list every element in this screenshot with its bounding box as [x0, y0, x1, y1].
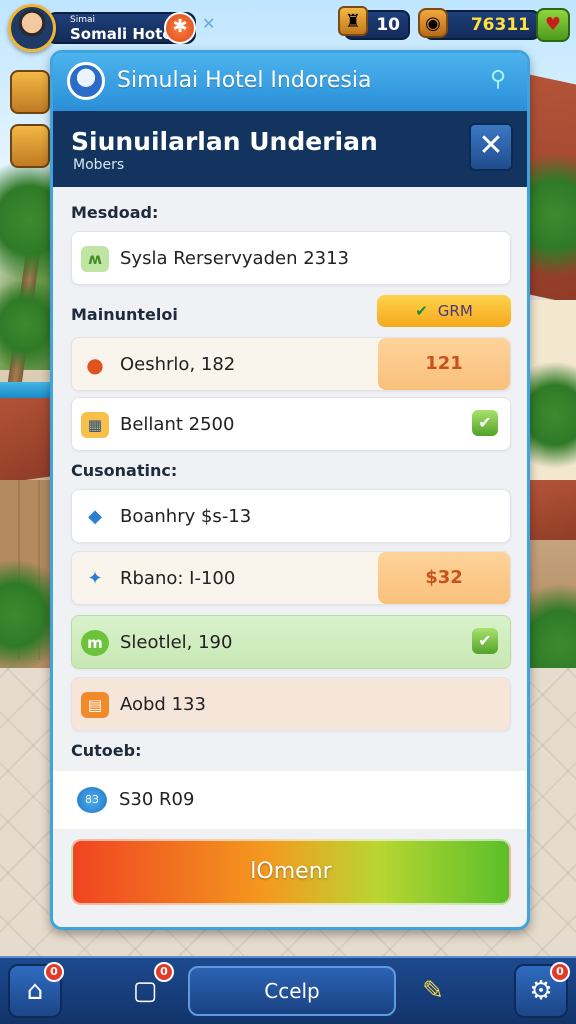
star-icon: ✦ — [87, 568, 103, 589]
chat-icon: ▢ — [132, 976, 158, 1006]
center-nav-button[interactable]: Ccelp — [188, 966, 396, 1016]
checkmark-icon[interactable]: ✔ — [472, 410, 498, 436]
list-item[interactable]: ✦ Rbano: I-100 $32 — [71, 551, 511, 605]
settings-gear-icon[interactable]: ✱ — [164, 12, 196, 44]
list-item[interactable]: ◆ Boanhry $s-13 — [71, 489, 511, 543]
settings-button[interactable]: ⚙ 0 — [514, 962, 570, 1018]
list-item-text: Rbano: I-100 — [120, 568, 236, 589]
quest-button[interactable] — [10, 70, 50, 114]
hotel-logo-icon — [67, 62, 105, 100]
diamond-icon: ◆ — [88, 506, 102, 527]
chat-button[interactable]: ▢ 0 — [118, 962, 174, 1018]
system-icon: ʍ — [81, 246, 109, 272]
card-icon: ▤ — [81, 692, 109, 718]
shop-button[interactable] — [10, 124, 50, 168]
notification-badge: 0 — [154, 962, 174, 982]
left-pool — [0, 382, 52, 398]
coin-bag-icon: ◉ — [418, 8, 448, 38]
list-item-text: Boanhry $s-13 — [120, 506, 252, 527]
right-roof — [528, 480, 576, 540]
player-avatar[interactable] — [8, 4, 56, 52]
top-bar: Simai Somali Hotel ✱ ✕ 10 ♜ 76311 ◉ ♥ — [0, 0, 576, 52]
add-currency-button[interactable]: ♥ — [536, 8, 570, 42]
list-item-text: Oeshrlo, 182 — [120, 354, 236, 375]
notification-badge: 0 — [550, 962, 570, 982]
panel-header: Simulai Hotel Indoresia ⚲ — [53, 53, 527, 111]
settings-icon: ⚙ — [529, 976, 553, 1006]
result-text: S30 R09 — [119, 789, 195, 810]
staff-icon: m — [81, 630, 109, 656]
section-label: Cutoeb: — [71, 741, 142, 760]
list-item-text: Sleotlel, 190 — [120, 632, 233, 653]
list-item[interactable]: ▤ Aobd 133 — [71, 677, 511, 731]
result-row: 83 S30 R09 — [53, 771, 527, 829]
home-button[interactable]: ⌂ 0 — [8, 962, 64, 1018]
location-pin-icon[interactable]: ⚲ — [483, 65, 513, 95]
list-item[interactable]: ▦ Bellant 2500 ✔ — [71, 397, 511, 451]
status-badge[interactable]: ✔ GRM — [377, 295, 511, 327]
trophy-icon: ♜ — [338, 6, 368, 36]
subheader-title: Siunuilarlan Underian — [71, 127, 378, 156]
player-name: Somali Hotel — [70, 25, 178, 43]
close-button[interactable]: ✕ — [469, 123, 513, 171]
map-pin-icon: ● — [86, 353, 104, 377]
section-label: Mainunteloi — [71, 305, 178, 324]
price-tag[interactable]: 121 — [378, 338, 510, 390]
panel-title: Simulai Hotel Indoresia — [117, 68, 372, 93]
list-item[interactable]: m Sleotlel, 190 ✔ — [71, 615, 511, 669]
home-icon: ⌂ — [26, 976, 44, 1006]
confirm-button[interactable]: lOmenr — [71, 839, 511, 905]
globe-icon: 83 — [77, 787, 107, 813]
map-icon: ✎ — [422, 976, 444, 1006]
list-item[interactable]: ʍ Sysla Rerservyaden 2313 — [71, 231, 511, 285]
player-profile[interactable]: Simai Somali Hotel ✱ — [6, 4, 196, 52]
list-item-text: Sysla Rerservyaden 2313 — [120, 248, 350, 269]
map-button[interactable]: ✎ — [406, 964, 460, 1018]
room-icon: ▦ — [81, 412, 109, 438]
player-small-label: Simai — [70, 15, 95, 25]
checkmark-icon: ✔ — [415, 302, 428, 320]
list-item-text: Aobd 133 — [120, 694, 206, 715]
section-label: Cusonatinc: — [71, 461, 178, 480]
subheader-subtitle: Mobers — [73, 157, 125, 173]
notification-badge: 0 — [44, 962, 64, 982]
reservation-panel: Simulai Hotel Indoresia ⚲ Siunuilarlan U… — [50, 50, 530, 930]
panel-subheader: Siunuilarlan Underian Mobers ✕ — [53, 111, 527, 187]
status-badge-text: GRM — [437, 302, 473, 320]
section-label: Mesdoad: — [71, 203, 159, 222]
close-icon[interactable]: ✕ — [202, 14, 215, 33]
bottom-nav-bar: ⌂ 0 ▢ 0 Ccelp ✎ ⚙ 0 — [0, 956, 576, 1024]
checkmark-icon[interactable]: ✔ — [472, 628, 498, 654]
list-item-text: Bellant 2500 — [120, 414, 235, 435]
price-tag[interactable]: $32 — [378, 552, 510, 604]
list-item[interactable]: ● Oeshrlo, 182 121 — [71, 337, 511, 391]
